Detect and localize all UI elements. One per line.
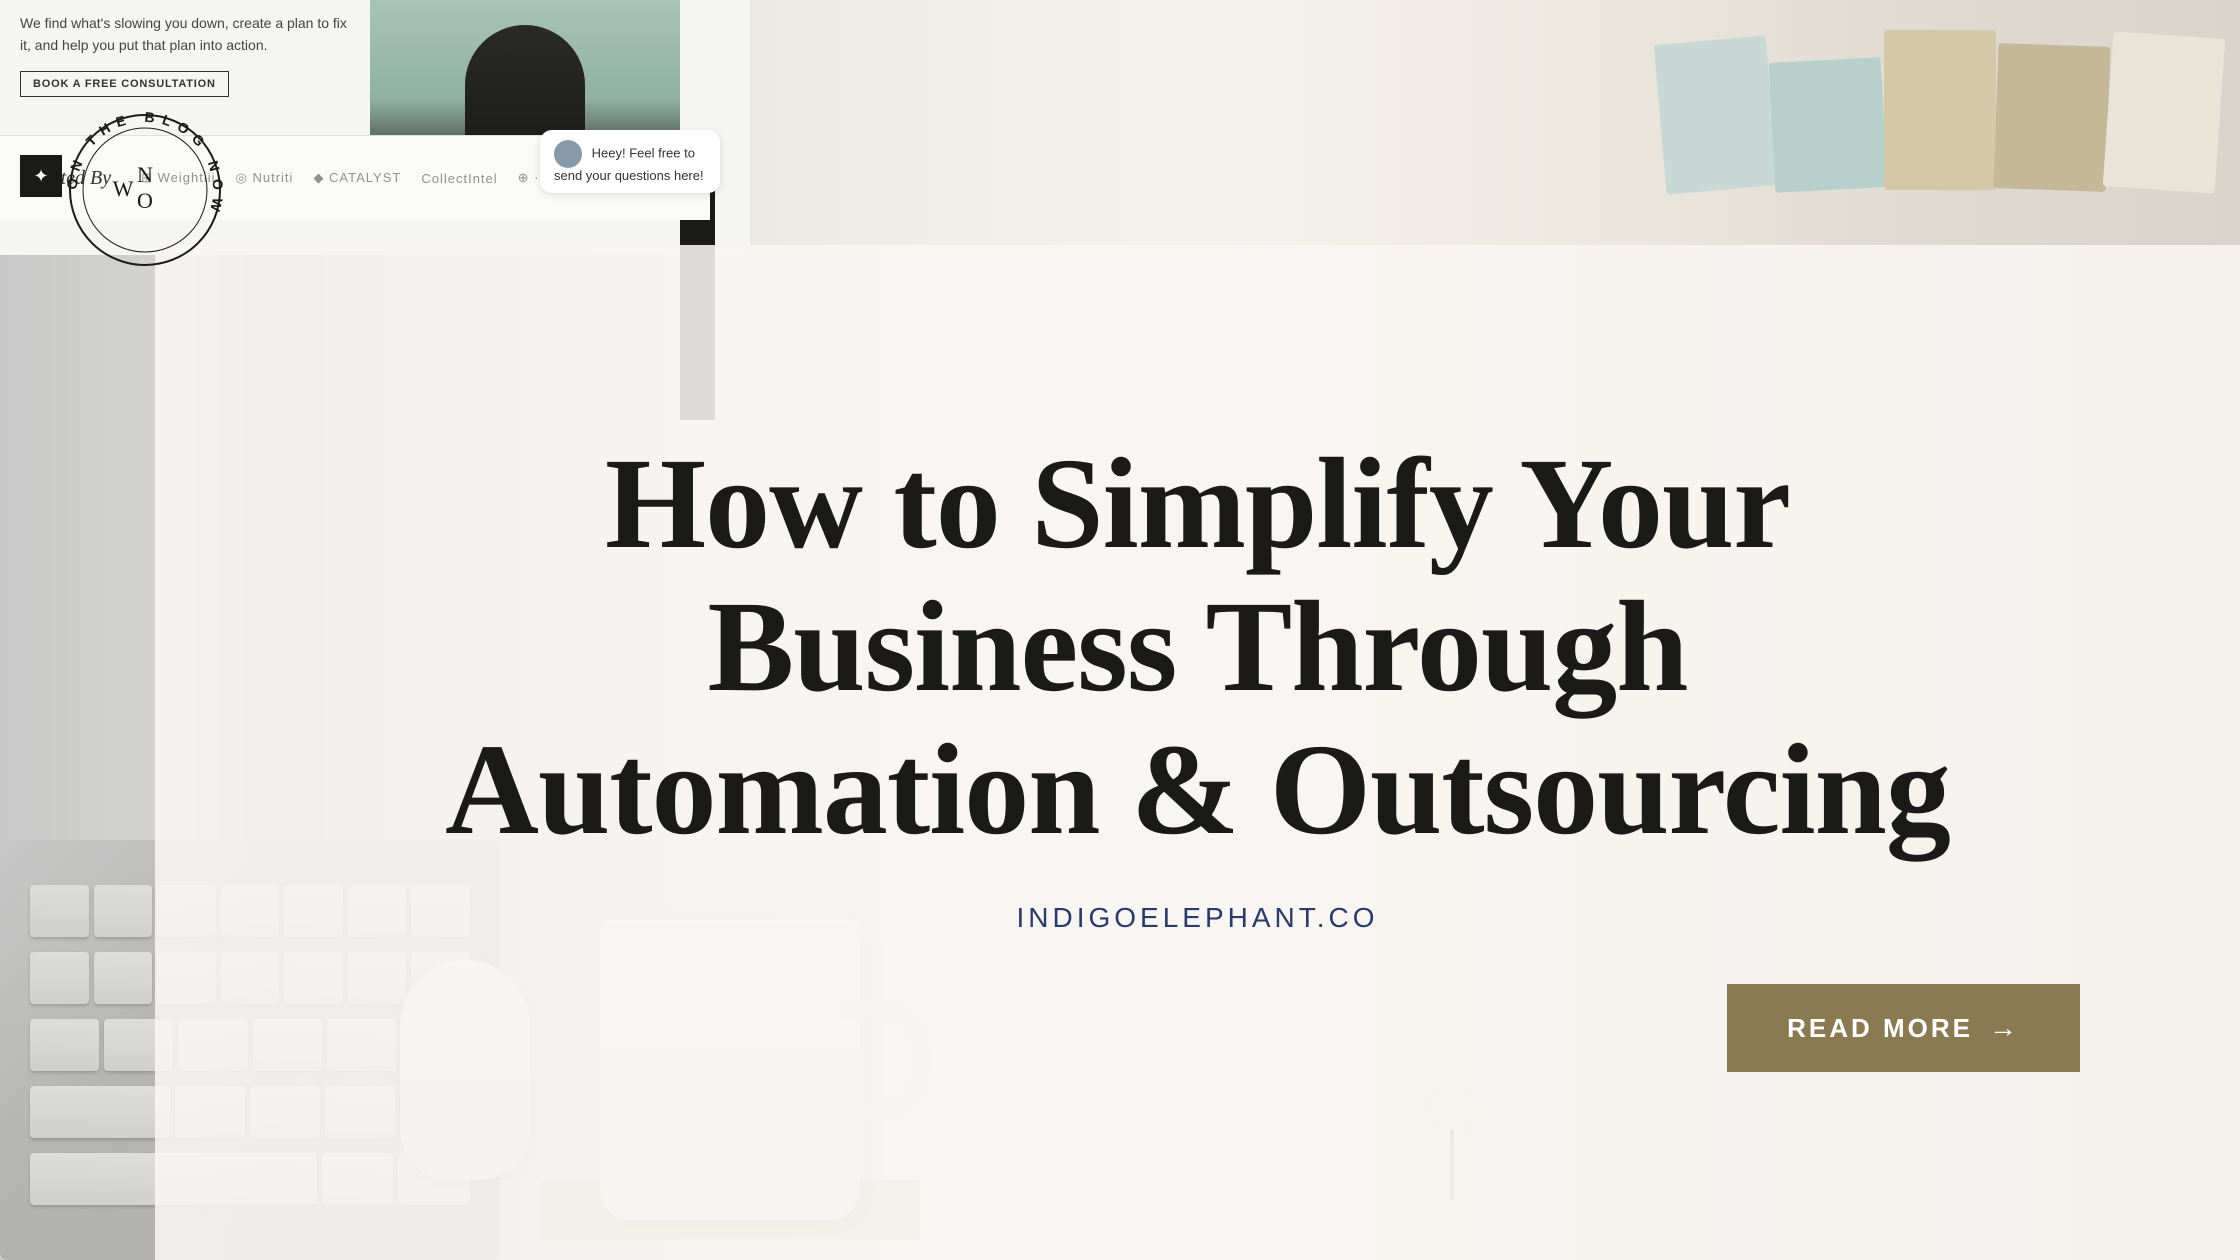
notebook-4 [1994,43,2111,192]
key [30,952,89,1004]
read-more-label: READ MORE [1787,1013,1973,1044]
title-line-3: Automation & Outsourcing [445,718,1950,862]
site-url: INDIGOELEPHANT.CO [1016,902,1378,934]
read-more-button[interactable]: READ MORE → [1727,984,2080,1072]
key [30,1086,170,1138]
notebook-5 [2103,31,2226,193]
trusted-logo-2: ◎ Nutriti [236,170,294,186]
chat-avatar [554,140,582,168]
trusted-logo-4: CollectIntel [421,171,497,186]
svg-text:N: N [137,162,153,187]
notebook-3 [1884,30,1996,190]
mockup-body-text: We find what's slowing you down, create … [20,12,360,57]
trusted-logo-3: ◆ CATALYST [313,170,401,186]
circular-text-badge: ON THE BLOG NOW N O W [55,100,235,280]
brand-icon-symbol: ✦ [33,166,48,187]
main-title: How to Simplify Your Business Through Au… [445,433,1950,862]
book-consultation-button[interactable]: BOOK A FREE CONSULTATION [20,71,229,97]
key [30,885,89,937]
key [94,885,153,937]
title-line-2: Business Through [707,575,1687,719]
svg-text:W: W [113,176,134,201]
notebook-2 [1769,57,1888,193]
circular-text-svg: ON THE BLOG NOW N O W [55,100,235,280]
svg-text:O: O [137,188,153,213]
notebooks-image [1660,0,2240,200]
notebook-1 [1654,35,1779,194]
notebook-stack [1660,10,2220,190]
title-line-1: How to Simplify Your [605,432,1790,576]
main-content-area: How to Simplify Your Business Through Au… [155,245,2240,1260]
arrow-icon: → [1989,1012,2020,1044]
key [30,1019,99,1071]
chat-bubble: Heey! Feel free to send your questions h… [540,130,720,193]
key [94,952,153,1004]
